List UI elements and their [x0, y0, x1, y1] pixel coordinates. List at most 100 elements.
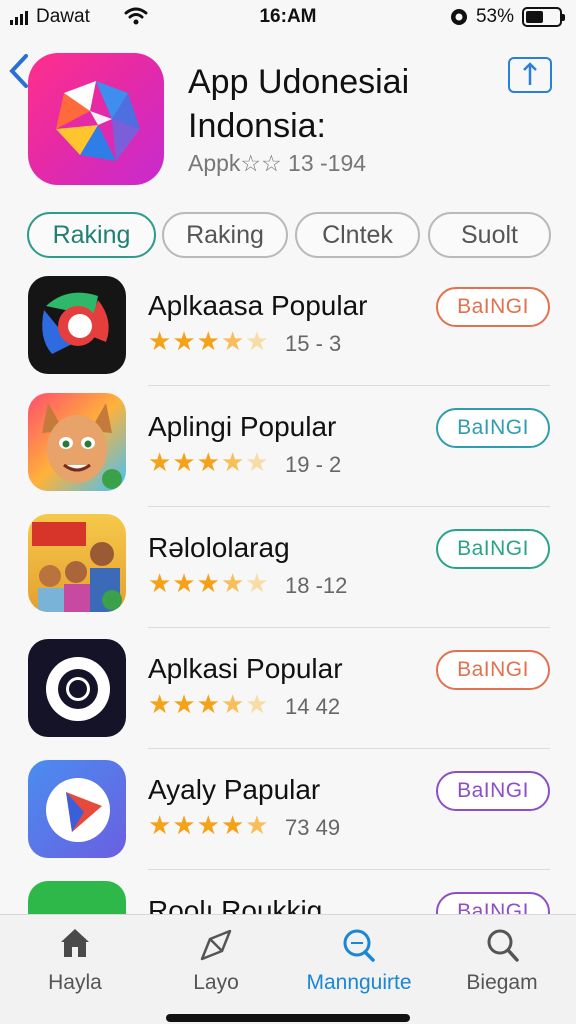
battery-icon [522, 7, 565, 27]
camera-app-icon [28, 639, 126, 737]
tab-raking-2[interactable]: Raking [162, 212, 288, 258]
app-name: Aplingi Popular [148, 411, 337, 442]
divider [148, 506, 550, 507]
star-icon: ★ [245, 447, 270, 477]
star-icon: ★ [196, 447, 221, 477]
share-button[interactable] [508, 57, 552, 93]
get-button[interactable]: BaINGI [436, 650, 550, 690]
carrier-label: Dawat [36, 6, 90, 27]
app-meta: 15 - 3 [285, 331, 342, 356]
get-button[interactable]: BaINGI [436, 408, 550, 448]
list-item[interactable]: Aplkasi Popular ★★★★★ 14 42 BaINGI [0, 633, 576, 754]
star-icon: ★ [196, 689, 221, 719]
filter-tabs: Raking Raking Clntek Suolt [27, 212, 552, 260]
star-icon: ★ [148, 447, 173, 477]
list-item[interactable]: Ayaly Papular ★★★★★ 73 49 BaINGI [0, 754, 576, 875]
get-button[interactable]: BaINGI [436, 529, 550, 569]
star-icon: ★ [245, 689, 270, 719]
star-icon: ★ [245, 326, 270, 356]
app-icon [28, 53, 164, 185]
search-icon [343, 929, 375, 962]
play-app-icon [28, 760, 126, 858]
list-item[interactable]: Roolı Roukkig BaINGI [0, 875, 576, 915]
wifi-icon [124, 7, 148, 25]
star-icon: ★ [220, 326, 246, 356]
star-icon: ★ [172, 810, 197, 840]
list-item[interactable]: Aplingi Popular ★★★★★ 19 - 2 BaINGI [0, 391, 576, 512]
app-name: Roolı Roukkig [148, 895, 323, 915]
divider [148, 385, 550, 386]
clock: 16:AM [259, 6, 317, 27]
cartoon-game-icon [28, 393, 126, 491]
tab-clntek[interactable]: Clntek [295, 212, 420, 258]
star-icon: ★ [196, 326, 221, 356]
star-icon: ★ [148, 568, 173, 598]
app-name: Rəlololarag [148, 532, 290, 563]
battery-percent: 53% [475, 6, 514, 27]
star-icon: ★ [245, 568, 270, 598]
tab-suolt[interactable]: Suolt [428, 212, 551, 258]
app-name: Aplkasi Popular [148, 653, 343, 684]
nav-biegam[interactable]: Biegam [430, 915, 574, 1015]
app-meta: 19 - 2 [285, 452, 342, 477]
divider [148, 627, 550, 628]
star-icon: ★ [220, 447, 246, 477]
nav-mannguirte[interactable]: Mannguirte [287, 915, 431, 1015]
status-bar: Dawat 16:AM 53% [0, 0, 576, 34]
magnifier-icon [487, 929, 519, 962]
compass-pen-icon [200, 929, 232, 961]
tab-raking[interactable]: Raking [27, 212, 156, 258]
get-button[interactable]: BaINGI [436, 892, 550, 915]
tab-bar: Hayla Layo Mannguirte Biegam [0, 914, 576, 1024]
star-icon: ★ [172, 689, 197, 719]
rating-stars: ★★★★★ [148, 447, 270, 478]
nav-label: Mannguirte [306, 971, 412, 994]
nav-layo[interactable]: Layo [144, 915, 288, 1015]
app-meta: 18 -12 [285, 573, 348, 598]
app-meta: 73 49 [285, 815, 341, 840]
rating-stars: ★★★★★ [148, 810, 270, 841]
divider [148, 748, 550, 749]
star-icon: ★ [220, 810, 246, 840]
star-icon: ★ [148, 326, 173, 356]
star-icon: ★ [245, 810, 270, 840]
rating-stars: ★★★★★ [148, 326, 270, 357]
list-item[interactable]: Aplkaasa Popular ★★★★★ 15 - 3 BaINGI [0, 270, 576, 391]
group-game-icon [28, 514, 126, 612]
chat-app-icon [28, 276, 126, 374]
battery-fill [526, 11, 543, 23]
star-icon: ★ [148, 810, 173, 840]
nav-label: Hayla [48, 971, 102, 994]
star-icon: ★ [196, 810, 221, 840]
focus-mode-icon [450, 9, 467, 25]
pinwheel-logo-icon [56, 81, 140, 161]
star-icon: ★ [172, 447, 197, 477]
home-indicator[interactable] [166, 1014, 410, 1022]
share-icon [523, 62, 537, 85]
green-app-icon [28, 881, 126, 915]
get-button[interactable]: BaINGI [436, 287, 550, 327]
star-icon: ★ [148, 689, 173, 719]
get-button[interactable]: BaINGI [436, 771, 550, 811]
app-meta: 14 42 [285, 694, 341, 719]
divider [148, 869, 550, 870]
rating-stars: ★★★★★ [148, 568, 270, 599]
nav-label: Biegam [466, 971, 538, 994]
app-subtitle: Appk☆☆ 13 -194 [188, 150, 367, 176]
list-item[interactable]: Rəlololarag ★★★★★ 18 -12 BaINGI [0, 512, 576, 633]
status-right: 53% [450, 6, 565, 28]
star-icon: ★ [172, 326, 197, 356]
rating-stars: ★★★★★ [148, 689, 270, 720]
status-left: Dawat [10, 6, 90, 28]
star-icon: ★ [172, 568, 197, 598]
app-title: App Udonesiai Indonsia: [188, 63, 410, 145]
star-icon: ★ [220, 568, 246, 598]
star-icon: ★ [196, 568, 221, 598]
home-icon [61, 929, 89, 957]
star-icon: ★ [220, 689, 246, 719]
app-name: Ayaly Papular [148, 774, 321, 805]
nav-label: Layo [193, 971, 239, 994]
app-name: Aplkaasa Popular [148, 290, 368, 321]
signal-icon [10, 9, 28, 25]
nav-hayla[interactable]: Hayla [3, 915, 147, 1015]
